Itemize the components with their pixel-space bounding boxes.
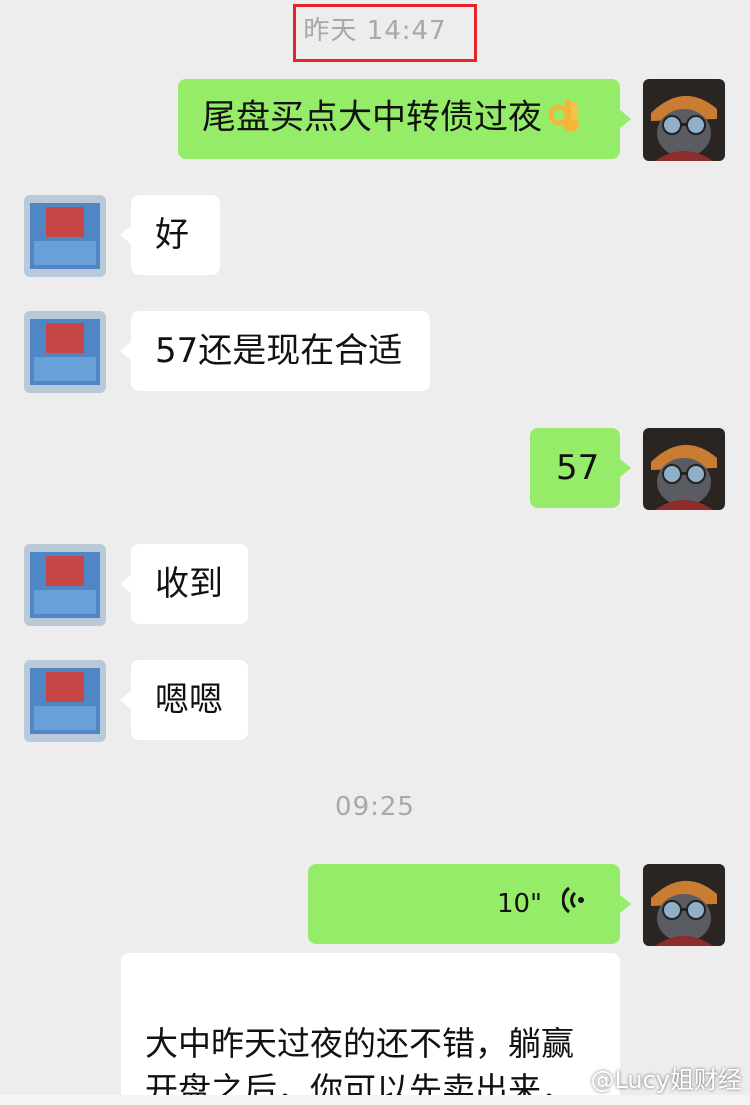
message-text: 尾盘买点大中转债过夜 (202, 97, 542, 138)
avatar-contact[interactable] (24, 311, 106, 393)
avatar-contact[interactable] (24, 544, 106, 626)
avatar-self[interactable] (643, 864, 725, 946)
chat-screen: 昨天 14:47 尾盘买点大中转债过夜 好 57还是现在合适 57 收到 嗯嗯 … (0, 0, 750, 1105)
timestamp-yesterday: 昨天 14:47 (303, 16, 447, 46)
bottom-edge (0, 1095, 750, 1105)
timestamp-today: 09:25 (335, 792, 415, 822)
message-text: 57还是现在合适 (155, 331, 403, 371)
avatar-self[interactable] (643, 428, 725, 510)
message-text: 嗯嗯 (155, 680, 223, 720)
avatar-self[interactable] (643, 79, 725, 161)
voice-message-bubble[interactable]: 10" (308, 864, 631, 944)
message-text: 收到 (155, 564, 223, 604)
transcript-text: 大中昨天过夜的还不错，躺赢 开盘之后，你可以先卖出来， 好吧，高开五六个点。 (145, 1024, 574, 1105)
message-bubble-incoming[interactable]: 收到 (120, 544, 248, 624)
message-bubble-incoming[interactable]: 好 (120, 195, 220, 275)
avatar-contact[interactable] (24, 195, 106, 277)
message-text: 好 (155, 215, 189, 255)
voice-transcript[interactable]: 大中昨天过夜的还不错，躺赢 开盘之后，你可以先卖出来， 好吧，高开五六个点。 (121, 953, 620, 1105)
message-text: 57 (556, 448, 600, 488)
avatar-contact[interactable] (24, 660, 106, 742)
voice-duration: 10" (496, 889, 542, 919)
message-bubble-incoming[interactable]: 嗯嗯 (120, 660, 248, 740)
ok-hand-icon (546, 93, 582, 145)
message-bubble-outgoing[interactable]: 57 (530, 428, 631, 508)
voice-wave-icon (561, 881, 586, 927)
message-bubble-incoming[interactable]: 57还是现在合适 (120, 311, 430, 391)
message-bubble-outgoing[interactable]: 尾盘买点大中转债过夜 (178, 79, 631, 159)
watermark: @Lucy姐财经 (590, 1066, 742, 1094)
